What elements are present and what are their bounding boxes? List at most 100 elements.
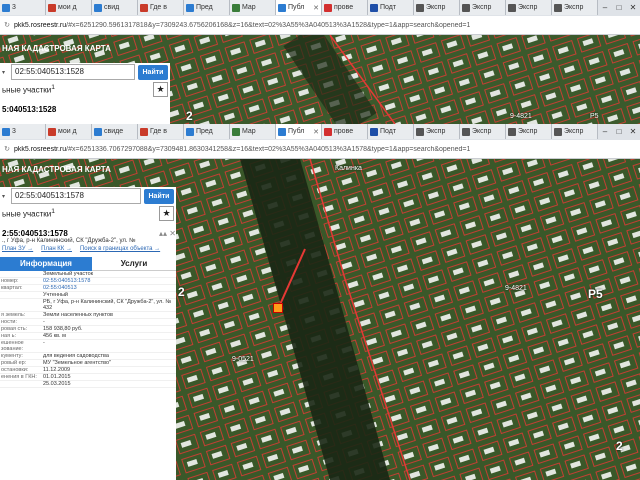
results-title: ьные участки <box>2 209 52 219</box>
close-tab-icon[interactable]: ✕ <box>313 128 319 136</box>
plan-zu-link[interactable]: План ЗУ → <box>2 246 33 252</box>
tab-5[interactable]: Мар <box>230 124 276 139</box>
map-zone-label: Р5 <box>590 113 599 120</box>
object-header: 2:55:040513:1578 ▴▴ ✕ <box>0 229 176 238</box>
minimize-icon[interactable]: – <box>598 124 612 139</box>
search-in-bounds-link[interactable]: Поиск в границах объекта → <box>80 246 160 252</box>
info-tabs: Информация Услуги <box>0 257 176 271</box>
close-window-icon[interactable]: ✕ <box>626 124 640 139</box>
tab-7[interactable]: прове <box>322 124 368 139</box>
tab-services[interactable]: Услуги <box>92 257 176 271</box>
browser-window-back: 3 мои д свид Где в Пред Мар Публ ✕ прове … <box>0 0 640 124</box>
attr-row: я земель: Земли населенных пунктов <box>0 312 176 319</box>
search-row: ▾ 02:55:040513:1578 Найти <box>0 187 176 205</box>
map-zone-label: 2 <box>178 285 185 299</box>
tab-1[interactable]: мои д <box>46 124 92 139</box>
tab-9[interactable]: Экспр <box>414 0 460 15</box>
attr-row: Учтенный <box>0 292 176 299</box>
tab-11[interactable]: Экспр <box>506 0 552 15</box>
favicon-icon <box>554 127 562 136</box>
tab-information[interactable]: Информация <box>0 257 92 271</box>
search-row: ▾ 02:55:040513:1528 Найти <box>0 63 170 81</box>
plan-kk-link[interactable]: План КК → <box>41 246 72 252</box>
collapse-arrows-icon[interactable]: ▴▴ ✕ <box>159 229 176 238</box>
favicon-icon <box>232 3 240 12</box>
url-text[interactable]: pkk5.rosreestr.ru/#x=6251336.7067297088&… <box>14 146 470 153</box>
search-input[interactable]: 02:55:040513:1528 <box>11 64 135 80</box>
favicon-icon <box>186 127 194 136</box>
attr-row: ности: - <box>0 319 176 326</box>
close-tab-icon[interactable]: ✕ <box>313 4 319 12</box>
tab-6-active[interactable]: Публ ✕ <box>276 0 322 15</box>
tab-12[interactable]: Экспр <box>552 0 598 15</box>
tab-12[interactable]: Экспр <box>552 124 598 139</box>
tab-11[interactable]: Экспр <box>506 124 552 139</box>
tab-7[interactable]: прове <box>322 0 368 15</box>
maximize-icon[interactable]: □ <box>612 0 626 15</box>
tab-8[interactable]: Подт <box>368 124 414 139</box>
attr-row: остановки: 11.12.2009 <box>0 367 176 374</box>
tab-10[interactable]: Экспр <box>460 0 506 15</box>
tab-5[interactable]: Мар <box>230 0 276 15</box>
address-bar[interactable]: ↻ pkk5.rosreestr.ru/#x=6251290.596131781… <box>0 16 640 35</box>
tab-10[interactable]: Экспр <box>460 124 506 139</box>
chevron-down-icon[interactable]: ▾ <box>2 193 8 200</box>
tab-6-active[interactable]: Публ ✕ <box>276 124 322 139</box>
favicon-icon <box>278 3 286 12</box>
reload-icon[interactable]: ↻ <box>0 145 14 153</box>
map-zone-label: 9-4821 <box>505 285 527 292</box>
tab-4[interactable]: Пред <box>184 124 230 139</box>
results-title: ьные участки <box>2 85 52 95</box>
tab-3[interactable]: Где в <box>138 0 184 15</box>
favicon-icon <box>370 3 378 12</box>
favicon-icon <box>186 3 194 12</box>
favicon-icon <box>324 3 332 12</box>
results-count: 1 <box>51 83 55 91</box>
tab-9[interactable]: Экспр <box>414 124 460 139</box>
favicon-icon <box>232 127 240 136</box>
address-bar[interactable]: ↻ pkk5.rosreestr.ru/#x=6251336.706729708… <box>0 140 640 159</box>
selected-parcel-marker[interactable] <box>273 303 283 313</box>
attributes-table: Земельный участок номер: 02:55:040513:157… <box>0 271 176 388</box>
favicon-icon <box>140 3 148 12</box>
map-zone-label: 2 <box>616 439 623 453</box>
star-icon[interactable]: ★ <box>153 81 168 97</box>
search-input[interactable]: 02:55:040513:1578 <box>11 188 141 204</box>
tab-4[interactable]: Пред <box>184 0 230 15</box>
tab-3[interactable]: Где в <box>138 124 184 139</box>
favicon-icon <box>508 127 516 136</box>
results-count: 1 <box>51 207 55 215</box>
object-number: 5:040513:1528 <box>2 105 57 114</box>
favicon-icon <box>94 127 102 136</box>
favicon-icon <box>324 127 332 136</box>
chevron-down-icon[interactable]: ▾ <box>2 69 8 76</box>
tab-1[interactable]: мои д <box>46 0 92 15</box>
map-zone-label: 2 <box>186 109 193 123</box>
find-button[interactable]: Найти <box>138 64 168 80</box>
favicon-icon <box>140 127 148 136</box>
close-window-icon[interactable]: ✕ <box>626 0 640 15</box>
url-text[interactable]: pkk5.rosreestr.ru/#x=6251290.5961317818&… <box>14 22 470 29</box>
star-icon[interactable]: ★ <box>159 205 174 221</box>
favicon-icon <box>2 127 10 136</box>
favicon-icon <box>416 3 424 12</box>
maximize-icon[interactable]: □ <box>612 124 626 139</box>
map-place-label: Калинка <box>335 165 362 172</box>
reload-icon[interactable]: ↻ <box>0 21 14 29</box>
favicon-icon <box>462 3 470 12</box>
tab-2[interactable]: свид <box>92 0 138 15</box>
find-button[interactable]: Найти <box>144 188 174 204</box>
tab-0[interactable]: 3 <box>0 124 46 139</box>
attr-row: Земельный участок <box>0 271 176 278</box>
page-title: НАЯ КАДАСТРОВАЯ КАРТА <box>2 165 111 174</box>
favicon-icon <box>2 3 10 12</box>
tab-2[interactable]: свиде <box>92 124 138 139</box>
map-zone-label: 9-4821 <box>510 113 532 120</box>
favicon-icon <box>416 127 424 136</box>
attr-row: ешенное зование: - <box>0 340 176 353</box>
window-controls: – □ ✕ <box>598 0 640 15</box>
tab-strip: 3 мои д свид Где в Пред Мар Публ ✕ прове … <box>0 0 640 17</box>
tab-0[interactable]: 3 <box>0 0 46 15</box>
minimize-icon[interactable]: – <box>598 0 612 15</box>
tab-8[interactable]: Подт <box>368 0 414 15</box>
